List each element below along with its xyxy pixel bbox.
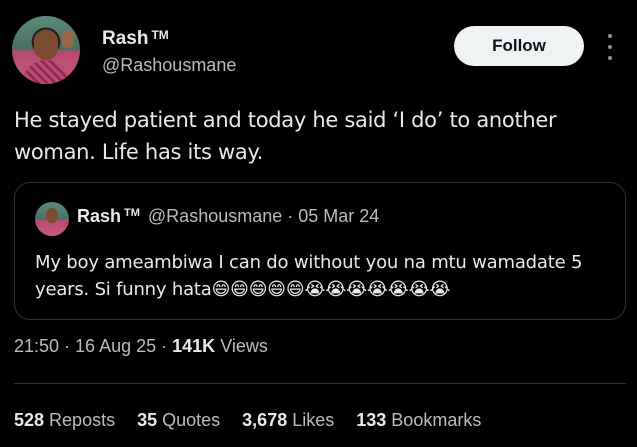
quoted-separator: · — [287, 206, 294, 226]
reposts-label: Reposts — [49, 410, 116, 430]
engagement-stats: 528 Reposts 35 Quotes 3,678 Likes 133 Bookma… — [14, 410, 503, 431]
stat-bookmarks[interactable]: 133 Bookmarks — [356, 410, 481, 431]
likes-count: 3,678 — [242, 410, 288, 430]
divider — [14, 383, 626, 384]
author-tm-badge: TM — [151, 28, 169, 42]
author-name-row[interactable]: Rash TM — [102, 28, 169, 50]
follow-button[interactable]: Follow — [454, 26, 584, 66]
stat-quotes[interactable]: 35 Quotes — [137, 410, 220, 431]
author-handle[interactable]: @Rashousmane — [102, 55, 236, 76]
quoted-avatar — [35, 202, 69, 236]
stat-reposts[interactable]: 528 Reposts — [14, 410, 115, 431]
tweet-date[interactable]: 16 Aug 25 — [75, 336, 156, 356]
stat-likes[interactable]: 3,678 Likes — [242, 410, 334, 431]
quoted-date: 05 Mar 24 — [298, 206, 380, 226]
views-count: 141K — [172, 336, 216, 356]
quoted-header: Rash TM @Rashousmane · 05 Mar 24 — [77, 206, 379, 227]
tweet-meta: 21:50 · 16 Aug 25 · 141K Views — [14, 336, 268, 357]
meta-separator: · — [64, 336, 71, 356]
meta-separator-2: · — [161, 336, 168, 356]
tweet-header: Rash TM @Rashousmane Follow — [12, 16, 626, 88]
likes-label: Likes — [292, 410, 335, 430]
quoted-handle: @Rashousmane — [147, 206, 283, 226]
bookmarks-count: 133 — [356, 410, 387, 430]
quoted-display-name: Rash — [77, 206, 122, 226]
bookmarks-label: Bookmarks — [391, 410, 482, 430]
views-label: Views — [220, 336, 268, 356]
author-display-name[interactable]: Rash — [102, 28, 148, 50]
quotes-label: Quotes — [162, 410, 221, 430]
avatar[interactable] — [12, 16, 80, 84]
tweet-time[interactable]: 21:50 — [14, 336, 59, 356]
quoted-tm-badge: TM — [124, 207, 140, 219]
quotes-count: 35 — [137, 410, 158, 430]
quoted-tweet[interactable]: Rash TM @Rashousmane · 05 Mar 24 My boy … — [14, 182, 626, 320]
tweet-text: He stayed patient and today he said ‘I d… — [14, 108, 557, 164]
reposts-count: 528 — [14, 410, 45, 430]
more-vertical-icon[interactable] — [602, 34, 618, 60]
quoted-text: My boy ameambiwa I can do without you na… — [35, 252, 583, 300]
